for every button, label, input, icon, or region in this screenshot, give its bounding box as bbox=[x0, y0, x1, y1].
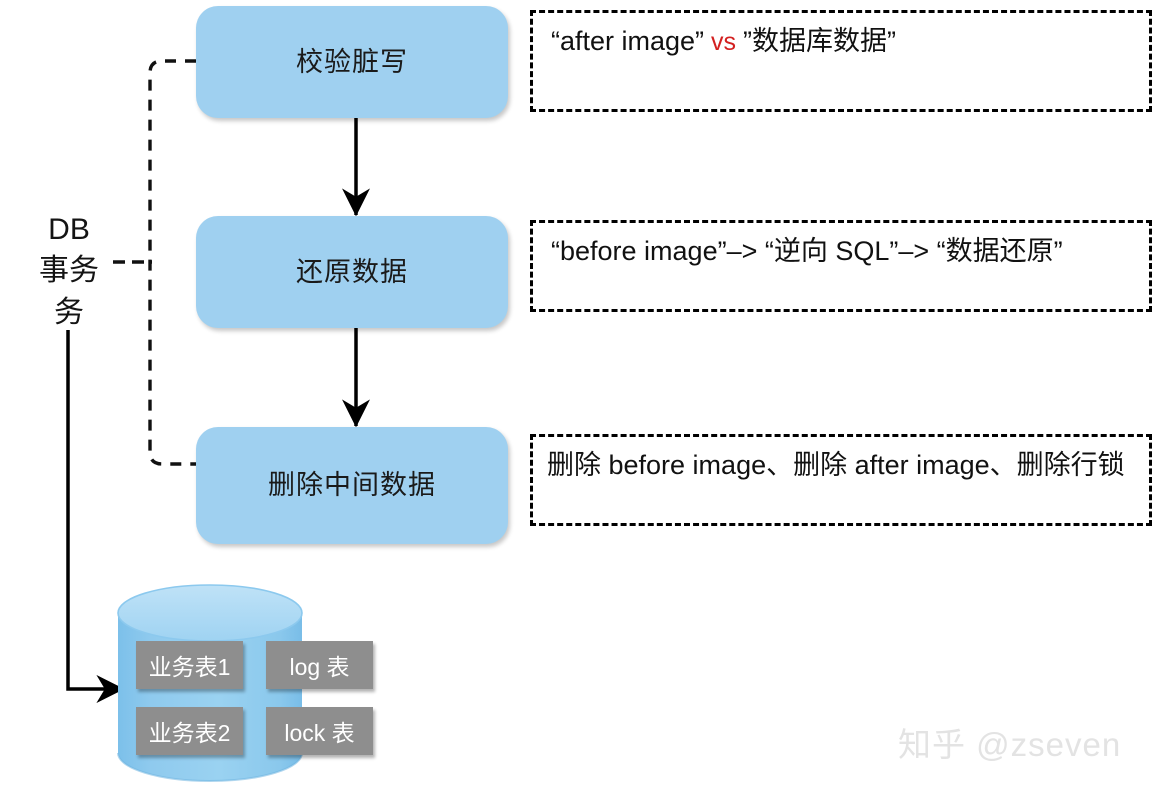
db-transaction-bracket bbox=[148, 59, 196, 466]
process-step-label: 删除中间数据 bbox=[268, 470, 436, 501]
db-table-label: 业务表1 bbox=[148, 654, 231, 680]
annotation-segment: “after image” bbox=[551, 26, 705, 56]
process-step-restore-data[interactable]: 还原数据 bbox=[196, 216, 508, 328]
db-table-log[interactable]: log 表 bbox=[266, 641, 373, 689]
annotation-text: 删除 before image、删除 after image、删除行锁 bbox=[547, 450, 1125, 480]
annotation-restore-data: “before image”–> “逆向 SQL”–> “数据还原” bbox=[530, 220, 1152, 312]
db-table-label: log 表 bbox=[289, 654, 350, 680]
annotation-text: “before image”–> “逆向 SQL”–> “数据还原” bbox=[551, 236, 1063, 266]
annotation-segment: ”数据库数据” bbox=[742, 26, 896, 56]
annotation-delete-intermediate: 删除 before image、删除 after image、删除行锁 bbox=[530, 434, 1152, 526]
arrow-transaction-to-database bbox=[66, 330, 125, 703]
db-table-business-1[interactable]: 业务表1 bbox=[136, 641, 243, 689]
db-table-label: lock 表 bbox=[284, 720, 355, 746]
db-table-lock[interactable]: lock 表 bbox=[266, 707, 373, 755]
db-transaction-label: DB 事务 务 bbox=[39, 213, 99, 329]
annotation-text: “after image” vs ”数据库数据” bbox=[551, 23, 1135, 60]
annotation-validate-dirty-write: “after image” vs ”数据库数据” bbox=[530, 10, 1152, 112]
process-step-label: 还原数据 bbox=[296, 256, 408, 287]
db-table-label: 业务表2 bbox=[148, 720, 231, 746]
watermark: 知乎 @zseven bbox=[898, 726, 1122, 763]
db-table-business-2[interactable]: 业务表2 bbox=[136, 707, 243, 755]
process-step-validate-dirty-write[interactable]: 校验脏写 bbox=[196, 6, 508, 118]
process-step-label: 校验脏写 bbox=[296, 46, 408, 77]
diagram-canvas: DB 事务 务 校验脏写 还原数据 删除中间数据 “after image” v… bbox=[0, 0, 1157, 792]
annotation-accent-segment: vs bbox=[704, 28, 743, 56]
process-step-delete-intermediate[interactable]: 删除中间数据 bbox=[196, 427, 508, 544]
